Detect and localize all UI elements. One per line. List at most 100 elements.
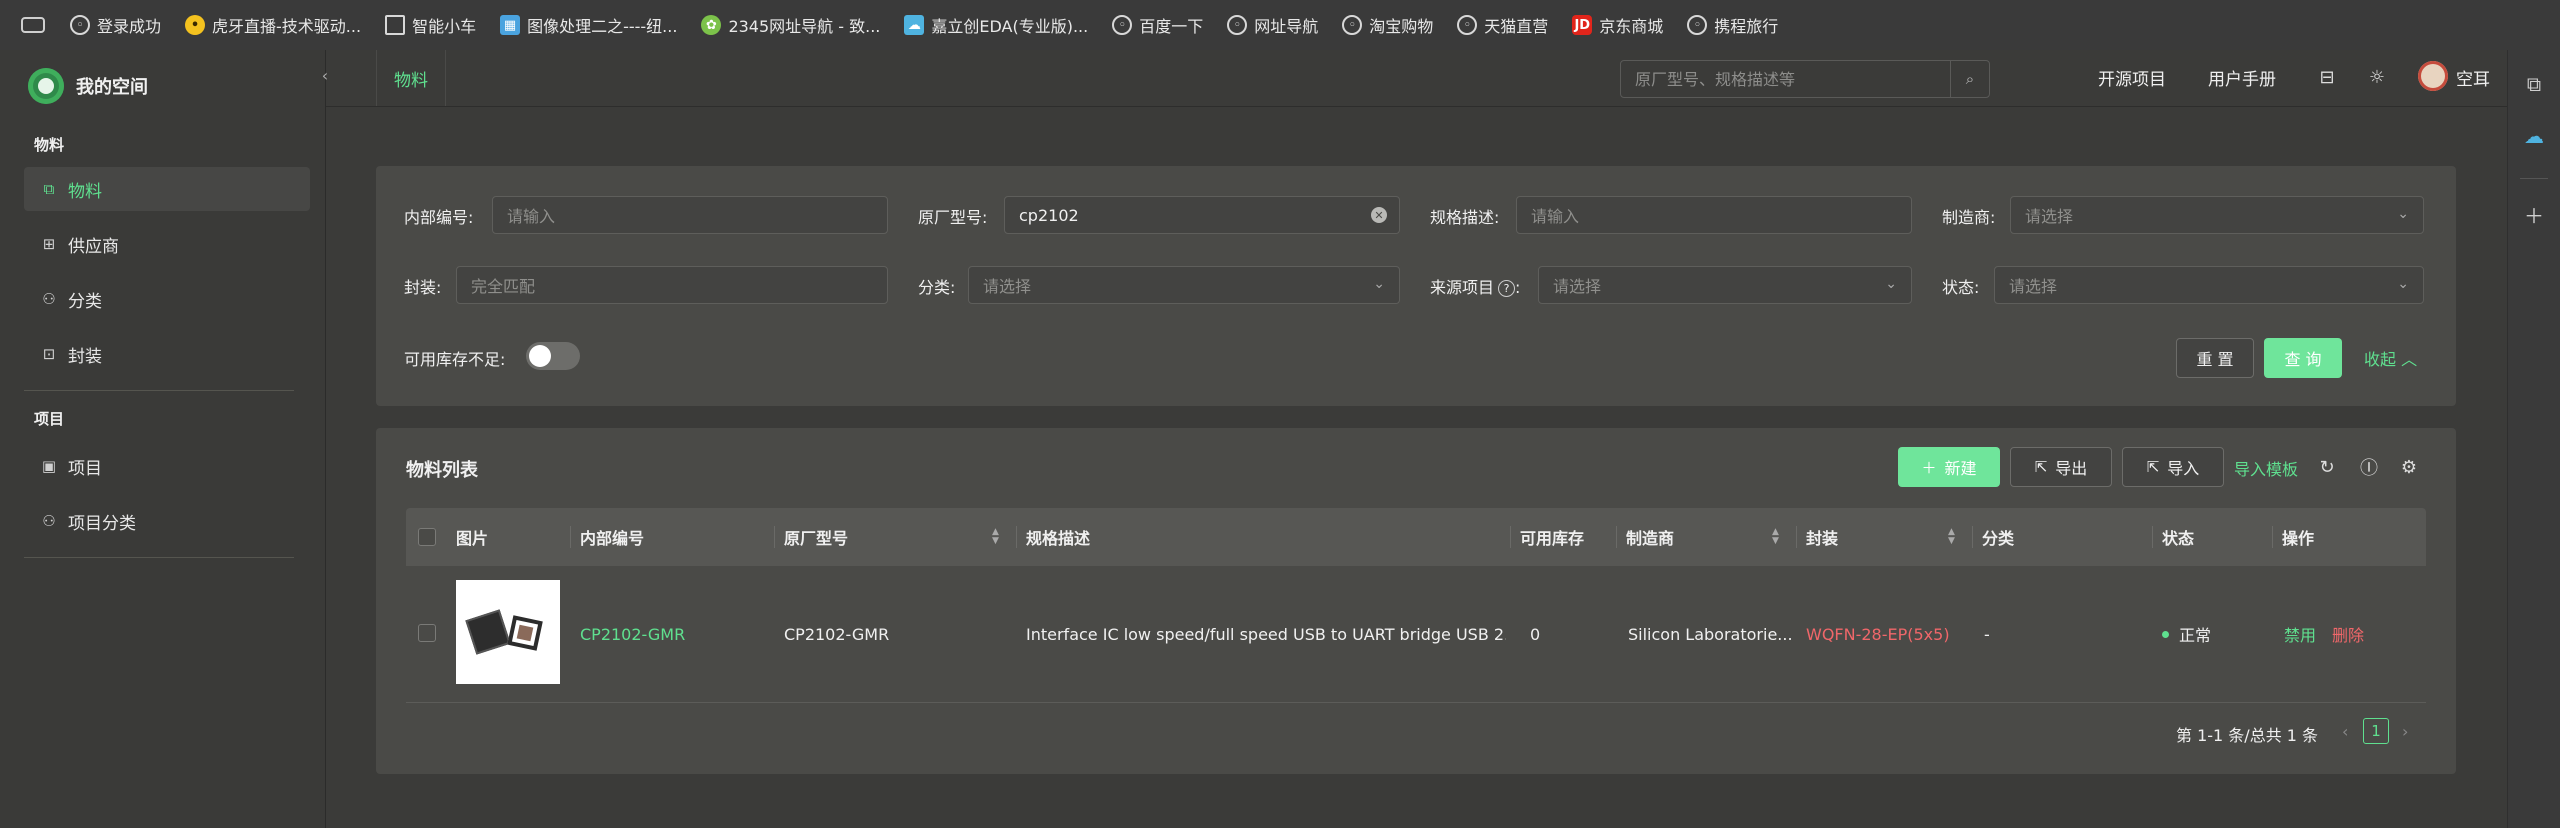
bookmark-item[interactable]: ◦ 网址导航	[1227, 13, 1318, 37]
globe-icon: ◦	[1687, 15, 1708, 35]
import-template-link[interactable]: 导入模板	[2234, 456, 2298, 480]
chevron-down-icon: ⌄	[1373, 276, 1385, 292]
bookmark-item[interactable]: • 虎牙直播-技术驱动...	[185, 13, 361, 37]
export-icon: ⇱	[2034, 458, 2048, 476]
col-divider	[1510, 526, 1511, 548]
col-divider	[1616, 526, 1617, 548]
sidebar-item-suppliers[interactable]: ⊞ 供应商	[24, 222, 310, 266]
col-stock: 可用库存	[1520, 529, 1585, 548]
col-mfr-part[interactable]: 原厂型号	[784, 508, 848, 566]
low-stock-toggle[interactable]	[526, 342, 580, 370]
spec-input[interactable]: 请输入	[1516, 196, 1912, 234]
col-divider	[1972, 526, 1973, 548]
internal-no-link[interactable]: CP2102-GMR	[580, 566, 685, 702]
chevron-down-icon: ⌄	[2397, 206, 2409, 222]
bookmark-item[interactable]: ◦ 百度一下	[1112, 13, 1203, 37]
theme-toggle-icon[interactable]: ☼	[2366, 66, 2388, 88]
add-icon[interactable]: ＋	[2522, 202, 2546, 228]
category-select[interactable]: 请选择 ⌄	[968, 266, 1400, 304]
bookmark-item[interactable]: ✿ 2345网址导航 - 致...	[701, 13, 880, 37]
bookmark-item[interactable]: ◦ 天猫直营	[1457, 13, 1548, 37]
col-category: 分类	[1982, 529, 2015, 548]
manufacturer-select[interactable]: 请选择 ⌄	[2010, 196, 2424, 234]
sidebar: 我的空间 ‹ 物料 ⧉ 物料 ⊞ 供应商 ⚇ 分类 ⊡ 封装 项目 ▣ 项目 ⚇ 项目分类	[0, 50, 328, 828]
bookmark-item[interactable]: ◦ 淘宝购物	[1342, 13, 1433, 37]
mfr-part-input[interactable]: cp2102 ✕	[1004, 196, 1400, 234]
bookmark-item[interactable]: ▦ 图像处理二之----纽...	[500, 13, 677, 37]
cloud-icon[interactable]: ☁	[2522, 124, 2546, 148]
devices-icon[interactable]: ⧉	[2522, 72, 2546, 96]
internal-no-input[interactable]: 请输入	[492, 196, 888, 234]
tiger-icon: •	[185, 15, 206, 35]
sort-icon[interactable]: ▲ ▼	[1948, 528, 1955, 546]
status-dot	[2162, 630, 2169, 638]
part-image[interactable]	[456, 580, 560, 684]
globe-icon: ◦	[70, 15, 90, 35]
sort-icon[interactable]: ▲ ▼	[1772, 528, 1779, 546]
translate-icon[interactable]: ⊟	[2316, 66, 2338, 88]
status-label: 状态:	[1942, 278, 1980, 297]
pagination-summary: 第 1-1 条/总共 1 条	[2176, 726, 2319, 745]
stock-cell: 0	[1530, 624, 1541, 644]
col-spec: 规格描述	[1026, 529, 1091, 548]
package-input[interactable]: 完全匹配	[456, 266, 888, 304]
collapse-link[interactable]: 收起 ︿	[2364, 346, 2417, 370]
new-button[interactable]: ＋新建	[1898, 447, 2000, 487]
col-divider	[1016, 526, 1017, 548]
query-button[interactable]: 查 询	[2264, 338, 2342, 378]
brand[interactable]: 我的空间	[28, 66, 148, 106]
sort-icon[interactable]: ▲ ▼	[992, 528, 999, 546]
import-button[interactable]: ⇱ 导入	[2122, 447, 2224, 487]
col-manufacturer[interactable]: 制造商	[1626, 508, 1674, 566]
help-icon[interactable]: ?	[1498, 280, 1516, 297]
low-stock-label: 可用库存不足:	[404, 350, 506, 369]
category-cell: -	[1984, 624, 1990, 644]
filter-panel: 内部编号: 请输入 原厂型号: cp2102 ✕ 规格描述: 请输入 制造商: …	[376, 166, 2456, 406]
internal-no-placeholder: 请输入	[507, 207, 556, 226]
source-project-select[interactable]: 请选择 ⌄	[1538, 266, 1912, 304]
avatar[interactable]	[2418, 61, 2448, 91]
reset-button[interactable]: 重 置	[2176, 338, 2254, 378]
browser-side-rail: ⧉ ☁ ＋	[2507, 50, 2560, 828]
status-select[interactable]: 请选择 ⌄	[1994, 266, 2424, 304]
col-divider	[570, 526, 571, 548]
disable-link[interactable]: 禁用	[2284, 566, 2316, 702]
clear-icon[interactable]: ✕	[1371, 207, 1387, 223]
tab-materials[interactable]: 物料	[376, 50, 446, 106]
sidebar-item-categories[interactable]: ⚇ 分类	[24, 277, 310, 321]
category-placeholder: 请选择	[983, 277, 1032, 296]
sidebar-item-materials[interactable]: ⧉ 物料	[24, 167, 310, 211]
bookmark-item[interactable]: ☁ 嘉立创EDA(专业版)...	[904, 13, 1088, 37]
select-all-checkbox[interactable]	[418, 528, 436, 546]
sidebar-item-packages[interactable]: ⊡ 封装	[24, 332, 310, 376]
col-package[interactable]: 封装	[1806, 508, 1838, 566]
open-source-projects-link[interactable]: 开源项目	[2098, 65, 2166, 90]
density-icon[interactable]: Ⓘ	[2358, 456, 2380, 479]
username[interactable]: 空耳	[2456, 65, 2490, 90]
internal-no-label: 内部编号:	[404, 208, 474, 227]
tab-menu-icon[interactable]	[18, 14, 48, 36]
settings-gear-icon[interactable]: ⚙	[2398, 456, 2420, 478]
section-title-materials: 物料	[34, 136, 65, 154]
next-page-icon[interactable]: ›	[2402, 722, 2408, 741]
sidebar-item-project-categories[interactable]: ⚇ 项目分类	[24, 499, 310, 543]
table-header: 图片 内部编号 原厂型号 ▲ ▼ 规格描述 可用库存 制造商 ▲ ▼ 封装 ▲ ▼ 分…	[406, 508, 2426, 566]
search-icon[interactable]: ⌕	[1950, 61, 1989, 97]
user-manual-link[interactable]: 用户手册	[2208, 65, 2276, 90]
prev-page-icon[interactable]: ‹	[2342, 722, 2348, 741]
export-button[interactable]: ⇱ 导出	[2010, 447, 2112, 487]
delete-link[interactable]: 删除	[2332, 566, 2364, 702]
page-1-button[interactable]: 1	[2363, 718, 2389, 744]
bookmark-item[interactable]: ◦ 登录成功	[70, 13, 161, 37]
col-divider	[2272, 526, 2273, 548]
refresh-icon[interactable]: ↻	[2316, 456, 2338, 478]
sidebar-item-projects[interactable]: ▣ 项目	[24, 444, 310, 488]
row-checkbox[interactable]	[418, 624, 436, 642]
global-search-input[interactable]	[1621, 61, 1950, 97]
bookmark-item[interactable]: 智能小车	[385, 13, 476, 37]
chevron-up-icon: ︿	[2401, 350, 2418, 369]
section-divider	[24, 557, 294, 558]
chevron-down-icon: ⌄	[2397, 276, 2409, 292]
bookmark-item[interactable]: JD 京东商城	[1572, 13, 1663, 37]
bookmark-item[interactable]: ◦ 携程旅行	[1687, 13, 1778, 37]
